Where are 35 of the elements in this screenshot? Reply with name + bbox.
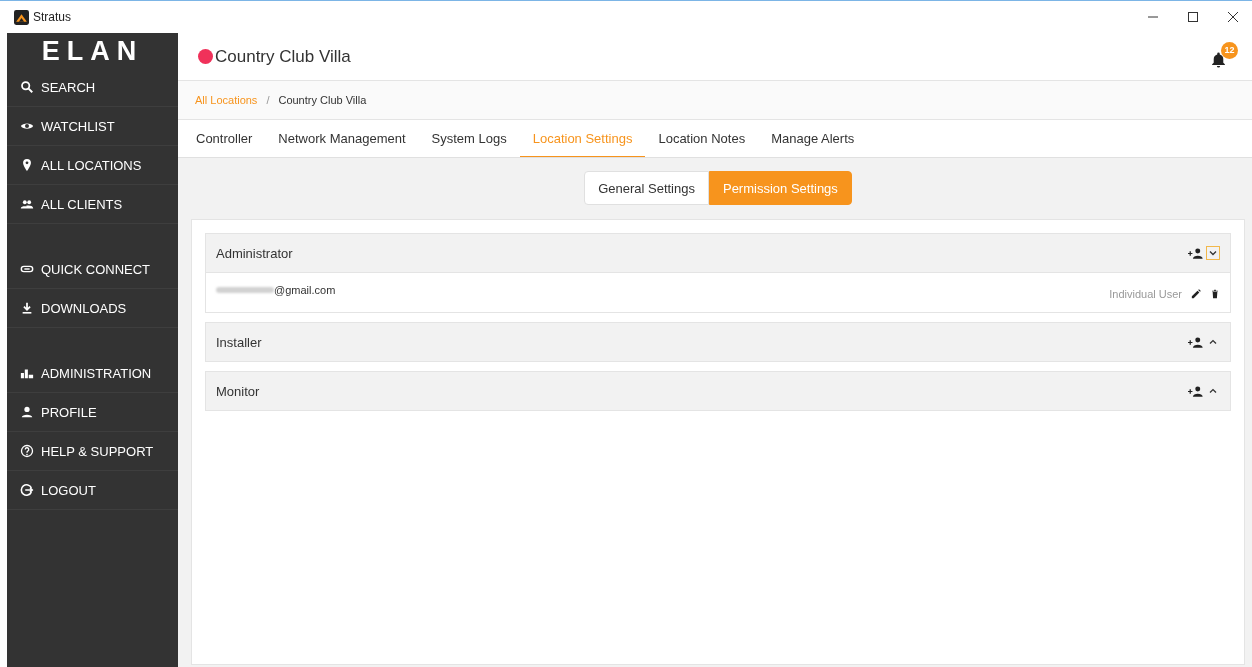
person-icon	[20, 405, 34, 419]
user-email: @gmail.com	[274, 284, 336, 296]
group-name: Monitor	[216, 383, 260, 399]
user-type: Individual User	[1109, 288, 1182, 300]
logo: ELAN	[40, 35, 145, 68]
download-icon	[20, 301, 34, 315]
group-name: Administrator	[216, 245, 293, 261]
maximize-icon[interactable]	[1188, 12, 1198, 22]
breadcrumb-separator: /	[266, 94, 270, 106]
tab[interactable]: Location Notes	[645, 120, 759, 157]
add-user-icon[interactable]	[1188, 385, 1204, 397]
group-name: Installer	[216, 334, 262, 350]
breadcrumb-current: Country Club Villa	[278, 94, 367, 106]
people-icon	[20, 197, 34, 211]
tab[interactable]: System Logs	[418, 120, 520, 157]
edit-icon[interactable]	[1191, 289, 1201, 299]
segment-button[interactable]: General Settings	[584, 171, 709, 205]
search-icon	[20, 80, 34, 94]
tab[interactable]: Manage Alerts	[758, 120, 868, 157]
bell-icon[interactable]	[1210, 50, 1227, 68]
notification-badge: 12	[1221, 41, 1238, 59]
redacted-text	[216, 287, 274, 293]
help-icon	[20, 444, 34, 458]
tab[interactable]: Network Management	[265, 120, 419, 157]
app-icon	[14, 9, 29, 25]
location-title: Country Club Villa	[215, 46, 351, 67]
add-user-icon[interactable]	[1188, 336, 1204, 348]
delete-icon[interactable]	[1210, 289, 1220, 299]
location-pin-icon	[20, 158, 34, 172]
logout-icon	[20, 483, 34, 497]
window-title: Stratus	[33, 10, 71, 24]
close-icon[interactable]	[1228, 12, 1238, 22]
tab[interactable]: Controller	[183, 120, 266, 157]
add-user-icon[interactable]	[1188, 247, 1204, 259]
expand-toggle[interactable]	[1206, 246, 1220, 260]
